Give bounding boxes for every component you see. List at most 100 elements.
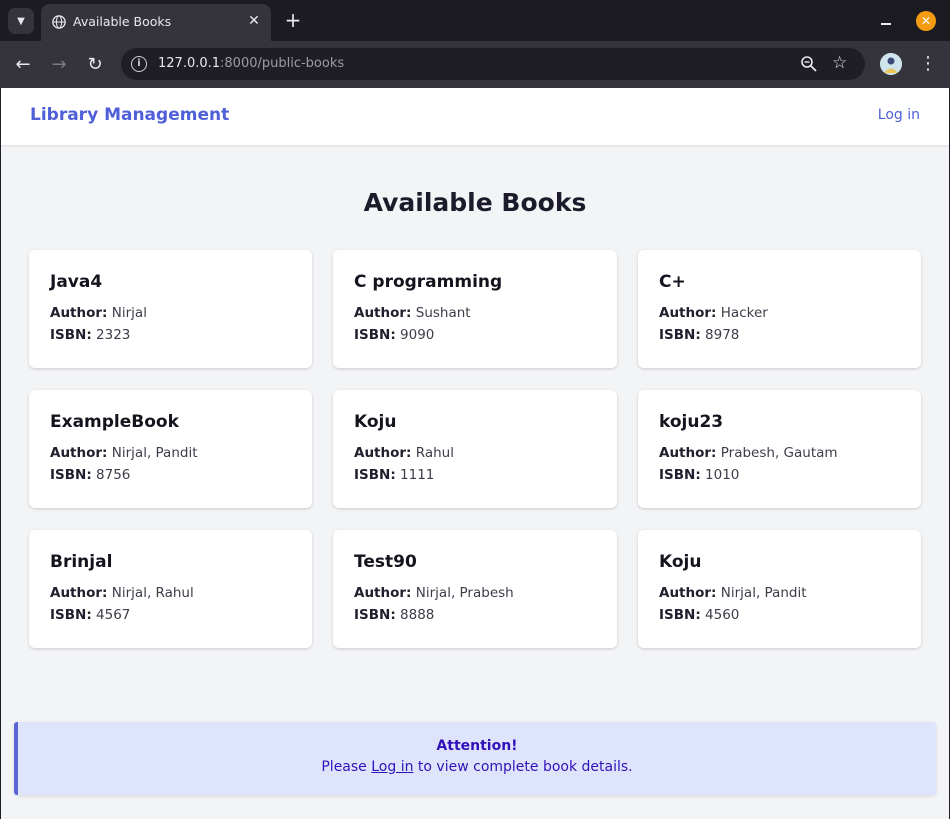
author-value: Sushant <box>415 305 471 321</box>
tab-close-icon[interactable]: ✕ <box>245 12 263 30</box>
book-card: Brinjal Author: Nirjal, Rahul ISBN: 4567 <box>29 530 312 648</box>
url-path: :8000/public-books <box>220 56 345 71</box>
window-close-button[interactable]: ✕ <box>916 11 936 31</box>
author-label: Author: <box>50 305 108 321</box>
isbn-value: 8756 <box>96 467 131 483</box>
author-label: Author: <box>354 305 412 321</box>
isbn-label: ISBN: <box>354 467 396 483</box>
address-bar[interactable]: i 127.0.0.1:8000/public-books ☆ <box>121 48 865 80</box>
book-isbn: ISBN: 8756 <box>50 464 291 486</box>
tab-list-dropdown[interactable]: ▼ <box>8 8 34 34</box>
reload-icon[interactable]: ↻ <box>84 54 106 76</box>
isbn-label: ISBN: <box>659 607 701 623</box>
isbn-value: 4560 <box>705 607 740 623</box>
book-isbn: ISBN: 4567 <box>50 604 291 626</box>
author-value: Nirjal <box>111 305 147 321</box>
alert-prefix: Please <box>321 759 367 775</box>
isbn-label: ISBN: <box>354 607 396 623</box>
login-alert: Attention! Please Log in to view complet… <box>14 722 936 795</box>
book-title: Koju <box>354 412 397 432</box>
book-card: Java4 Author: Nirjal ISBN: 2323 <box>29 250 312 368</box>
tab-title: Available Books <box>73 14 172 29</box>
site-info-icon[interactable]: i <box>131 56 147 72</box>
isbn-value: 8978 <box>705 327 740 343</box>
isbn-value: 2323 <box>96 327 131 343</box>
book-author: Author: Sushant <box>354 302 596 324</box>
book-card: ExampleBook Author: Nirjal, Pandit ISBN:… <box>29 390 312 508</box>
book-author: Author: Nirjal <box>50 302 291 324</box>
book-title: Test90 <box>354 552 417 572</box>
author-label: Author: <box>659 585 717 601</box>
book-title: ExampleBook <box>50 412 179 432</box>
page-viewport: Library Management Log in Available Book… <box>1 88 949 819</box>
author-value: Rahul <box>415 445 454 461</box>
isbn-value: 1111 <box>400 467 435 483</box>
book-card: Koju Author: Rahul ISBN: 1111 <box>333 390 617 508</box>
book-card: C programming Author: Sushant ISBN: 9090 <box>333 250 617 368</box>
author-value: Nirjal, Prabesh <box>415 585 514 601</box>
book-card: Koju Author: Nirjal, Pandit ISBN: 4560 <box>638 530 921 648</box>
zoom-icon[interactable] <box>800 55 818 73</box>
book-isbn: ISBN: 1010 <box>659 464 900 486</box>
book-author: Author: Nirjal, Prabesh <box>354 582 596 604</box>
isbn-value: 8888 <box>400 607 435 623</box>
book-title: C programming <box>354 272 503 292</box>
url-text[interactable]: 127.0.0.1:8000/public-books <box>158 56 344 71</box>
book-isbn: ISBN: 4560 <box>659 604 900 626</box>
isbn-value: 9090 <box>400 327 435 343</box>
isbn-label: ISBN: <box>50 327 92 343</box>
browser-menu-icon[interactable]: ⋮ <box>919 52 937 76</box>
page-title: Available Books <box>363 188 587 217</box>
book-isbn: ISBN: 8888 <box>354 604 596 626</box>
author-label: Author: <box>659 445 717 461</box>
browser-toolbar: ← → ↻ i 127.0.0.1:8000/public-books ☆ <box>0 41 950 88</box>
author-label: Author: <box>354 445 412 461</box>
window-minimize-button[interactable] <box>878 12 894 28</box>
brand-logo[interactable]: Library Management <box>30 105 229 125</box>
browser-tab-bar: ▼ Available Books ✕ + ✕ <box>0 0 950 41</box>
book-author: Author: Hacker <box>659 302 900 324</box>
book-author: Author: Nirjal, Pandit <box>659 582 900 604</box>
globe-icon <box>52 15 66 29</box>
book-isbn: ISBN: 9090 <box>354 324 596 346</box>
url-host: 127.0.0.1 <box>158 56 221 71</box>
book-grid: Java4 Author: Nirjal ISBN: 2323 C progra… <box>29 250 921 648</box>
profile-avatar[interactable] <box>880 53 902 75</box>
book-author: Author: Prabesh, Gautam <box>659 442 900 464</box>
isbn-label: ISBN: <box>50 467 92 483</box>
browser-tab[interactable]: Available Books ✕ <box>41 4 271 41</box>
author-value: Nirjal, Pandit <box>720 585 807 601</box>
book-isbn: ISBN: 1111 <box>354 464 596 486</box>
book-title: koju23 <box>659 412 724 432</box>
bookmark-star-icon[interactable]: ☆ <box>832 53 847 73</box>
book-author: Author: Nirjal, Rahul <box>50 582 291 604</box>
alert-login-link[interactable]: Log in <box>371 759 413 775</box>
site-navbar: Library Management Log in <box>1 88 949 146</box>
isbn-value: 1010 <box>705 467 740 483</box>
isbn-label: ISBN: <box>354 327 396 343</box>
book-card: Test90 Author: Nirjal, Prabesh ISBN: 888… <box>333 530 617 648</box>
author-value: Nirjal, Rahul <box>111 585 194 601</box>
avatar-icon <box>880 53 902 75</box>
book-author: Author: Nirjal, Pandit <box>50 442 291 464</box>
alert-title: Attention! <box>436 738 518 754</box>
isbn-label: ISBN: <box>659 327 701 343</box>
isbn-label: ISBN: <box>50 607 92 623</box>
book-card: koju23 Author: Prabesh, Gautam ISBN: 101… <box>638 390 921 508</box>
login-link[interactable]: Log in <box>878 107 920 123</box>
author-label: Author: <box>50 585 108 601</box>
chevron-down-icon: ▼ <box>17 15 25 27</box>
new-tab-button[interactable]: + <box>283 10 303 30</box>
author-label: Author: <box>50 445 108 461</box>
author-label: Author: <box>354 585 412 601</box>
alert-suffix: to view complete book details. <box>417 759 633 775</box>
back-arrow-icon[interactable]: ← <box>12 54 34 76</box>
book-title: Koju <box>659 552 702 572</box>
author-label: Author: <box>659 305 717 321</box>
book-isbn: ISBN: 8978 <box>659 324 900 346</box>
isbn-value: 4567 <box>96 607 131 623</box>
author-value: Hacker <box>720 305 768 321</box>
alert-message: Please Log in to view complete book deta… <box>18 759 936 775</box>
book-isbn: ISBN: 2323 <box>50 324 291 346</box>
forward-arrow-icon[interactable]: → <box>48 54 70 76</box>
